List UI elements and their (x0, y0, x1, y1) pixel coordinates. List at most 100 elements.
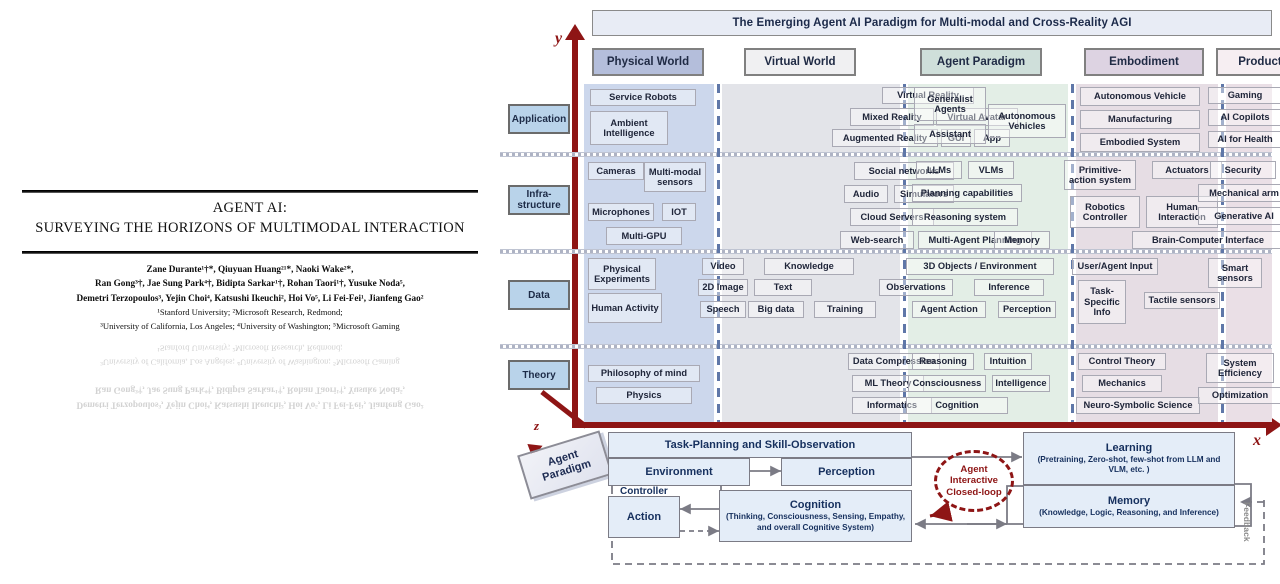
node-memory[interactable]: Memory (994, 231, 1050, 249)
agent-paradigm-flow-diagram: Agent Paradigm Task-Planning and Skill-O… (500, 424, 1280, 584)
node-consciousness[interactable]: Consciousness (908, 375, 986, 392)
node-autonomous-vehicles[interactable]: Autonomous Vehicles (988, 104, 1066, 138)
node-physical-experiments[interactable]: Physical Experiments (588, 258, 656, 290)
column-header-product[interactable]: Product (1216, 48, 1280, 76)
flow-box-learning[interactable]: Learning (Pretraining, Zero-shot, few-sh… (1023, 432, 1235, 485)
node-cameras[interactable]: Cameras (588, 162, 644, 180)
node-autonomous-vehicle[interactable]: Autonomous Vehicle (1080, 87, 1200, 106)
row-separator-2 (500, 249, 1272, 254)
node-task-specific-info[interactable]: Task-Specific Info (1078, 280, 1126, 324)
node-iot[interactable]: IOT (662, 203, 696, 221)
node-microphones[interactable]: Microphones (588, 203, 654, 221)
node-neuro-symbolic-science[interactable]: Neuro-Symbolic Science (1076, 397, 1200, 414)
row-label-data[interactable]: Data (508, 280, 570, 310)
flow-box-perception-label: Perception (818, 466, 875, 478)
row-label-application[interactable]: Application (508, 104, 570, 134)
affiliation-reflection: ³University of California, Los Angeles; … (22, 341, 478, 369)
node-reasoning-system[interactable]: Reasoning system (912, 208, 1018, 226)
flow-box-environment[interactable]: Environment (608, 458, 750, 486)
flow-box-perception[interactable]: Perception (781, 458, 912, 486)
node-human-activity[interactable]: Human Activity (588, 293, 662, 323)
node-web-search[interactable]: Web-search (840, 231, 914, 249)
page-title: AGENT AI: SURVEYING THE HORIZONS OF MULT… (22, 200, 478, 237)
node-audio[interactable]: Audio (844, 185, 888, 203)
node-reasoning[interactable]: Reasoning (912, 353, 974, 370)
flow-box-learning-title: Learning (1105, 441, 1153, 454)
flow-box-cognition-title: Cognition (789, 499, 842, 512)
node-primitive-action-system[interactable]: Primitive-action system (1064, 160, 1136, 190)
node-assistant[interactable]: Assistant (914, 124, 986, 144)
node-generalist-agents[interactable]: Generalist Agents (914, 87, 986, 121)
node-2d-image[interactable]: 2D Image (698, 279, 748, 296)
row-label-infra-structure[interactable]: Infra- structure (508, 185, 570, 215)
author-reflection-line-2: Ran Gong³†, Jae Sung Park⁴†, Bidipta Sar… (95, 385, 405, 396)
node-big-data[interactable]: Big data (748, 301, 804, 318)
node-video[interactable]: Video (702, 258, 744, 275)
row-label-theory[interactable]: Theory (508, 360, 570, 390)
flow-box-task-planning-label: Task-Planning and Skill-Observation (664, 439, 856, 451)
y-axis-label: y (555, 30, 563, 47)
agent-ai-paradigm-figure: The Emerging Agent AI Paradigm for Multi… (500, 0, 1280, 584)
node-tactile-sensors[interactable]: Tactile sensors (1144, 292, 1220, 309)
author-reflection-line-3: Demetri Terzopoulos³, Yejin Choi⁴, Katsu… (76, 400, 424, 411)
node-multi-modal-sensors[interactable]: Multi-modal sensors (644, 162, 706, 192)
flow-box-memory-title: Memory (1107, 494, 1151, 507)
node-brain-computer-interface[interactable]: Brain-Computer Interface (1132, 231, 1280, 249)
node-system-efficiency[interactable]: System Efficiency (1206, 353, 1274, 383)
paper-page: AGENT AI: SURVEYING THE HORIZONS OF MULT… (0, 0, 500, 584)
column-divider-3 (1071, 84, 1074, 422)
column-header-virtual-world[interactable]: Virtual World (744, 48, 856, 76)
column-header-physical-world[interactable]: Physical World (592, 48, 704, 76)
node-inference[interactable]: Inference (974, 279, 1044, 296)
node-robotics-controller[interactable]: Robotics Controller (1070, 196, 1140, 228)
node-gaming[interactable]: Gaming (1208, 87, 1280, 104)
node-physics[interactable]: Physics (596, 387, 692, 404)
node-ai-for-health[interactable]: AI for Health (1208, 131, 1280, 148)
node-service-robots[interactable]: Service Robots (590, 89, 696, 106)
flow-box-memory-sub: (Knowledge, Logic, Reasoning, and Infere… (1039, 507, 1219, 517)
agent-interactive-closed-loop-badge: Agent Interactive Closed-loop (934, 450, 1014, 512)
node-speech[interactable]: Speech (700, 301, 746, 318)
column-header-agent-paradigm[interactable]: Agent Paradigm (920, 48, 1042, 76)
node-cognition[interactable]: Cognition (906, 397, 1008, 414)
flow-box-action-label: Action (626, 511, 662, 523)
node-philosophy-of-mind[interactable]: Philosophy of mind (588, 365, 700, 382)
flow-box-task-planning[interactable]: Task-Planning and Skill-Observation (608, 432, 912, 458)
node-ai-copilots[interactable]: AI Copilots (1208, 109, 1280, 126)
node-control-theory[interactable]: Control Theory (1078, 353, 1166, 370)
node-vlms[interactable]: VLMs (968, 161, 1014, 179)
node-agent-action[interactable]: Agent Action (912, 301, 986, 318)
node-training[interactable]: Training (814, 301, 876, 318)
node-multi-gpu[interactable]: Multi-GPU (606, 227, 682, 245)
paradigm-grid: Service Robots Ambient Intelligence Virtua… (500, 84, 1280, 422)
node-manufacturing[interactable]: Manufacturing (1080, 110, 1200, 129)
author-line-3: Demetri Terzopoulos³, Yejin Choi⁴, Katsu… (76, 292, 424, 303)
y-axis-line (572, 36, 578, 428)
node-smart-sensors[interactable]: Smart sensors (1208, 258, 1262, 288)
flow-box-cognition[interactable]: Cognition (Thinking, Consciousness, Sens… (719, 490, 912, 542)
node-intuition[interactable]: Intuition (984, 353, 1032, 370)
flow-label-feedback: Feedback (1242, 502, 1252, 542)
node-intelligence[interactable]: Intelligence (992, 375, 1050, 392)
node-3d-objects-environment[interactable]: 3D Objects / Environment (906, 258, 1054, 275)
author-list: Zane Durante¹†*, Qiuyuan Huang²¹*, Naoki… (22, 262, 478, 305)
node-observations[interactable]: Observations (879, 279, 953, 296)
flow-box-memory[interactable]: Memory (Knowledge, Logic, Reasoning, and… (1023, 485, 1235, 528)
node-knowledge[interactable]: Knowledge (764, 258, 854, 275)
node-optimization[interactable]: Optimization (1198, 387, 1280, 404)
node-llms[interactable]: LLMs (916, 161, 962, 179)
node-planning-capabilities[interactable]: Planning capabilities (912, 184, 1022, 202)
column-header-embodiment[interactable]: Embodiment (1084, 48, 1204, 76)
flow-box-action[interactable]: Action (608, 496, 680, 538)
node-mechanics[interactable]: Mechanics (1082, 375, 1162, 392)
node-perception[interactable]: Perception (998, 301, 1056, 318)
node-user-agent-input[interactable]: User/Agent Input (1072, 258, 1158, 275)
node-text[interactable]: Text (754, 279, 812, 296)
node-generative-ai[interactable]: Generative AI (1198, 207, 1280, 225)
node-embodied-system[interactable]: Embodied System (1080, 133, 1200, 152)
node-ambient-intelligence[interactable]: Ambient Intelligence (590, 111, 668, 145)
affiliation-reflection-line-1: ¹Stanford University; ²Microsoft Researc… (157, 343, 343, 354)
node-mechanical-arm[interactable]: Mechanical arm (1198, 184, 1280, 202)
paper-title-line1: AGENT AI: (212, 200, 288, 216)
node-security[interactable]: Security (1210, 161, 1276, 179)
